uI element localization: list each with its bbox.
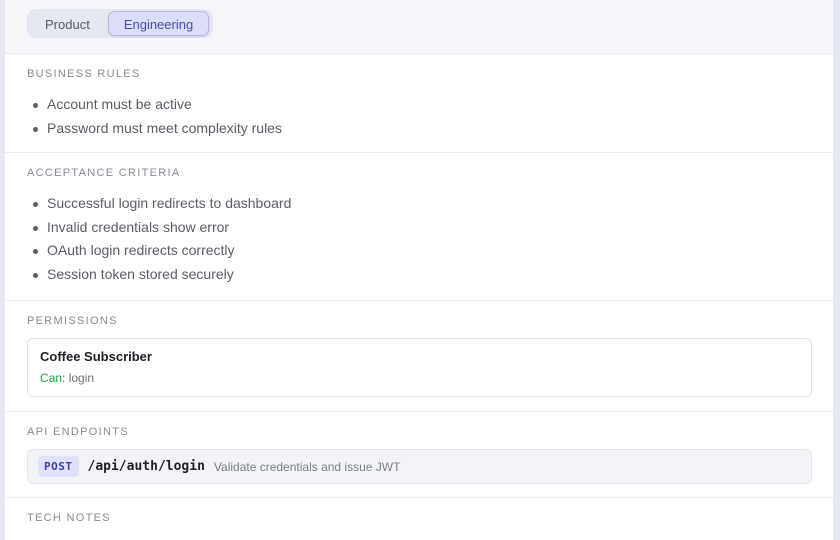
- acceptance-criteria-title: ACCEPTANCE CRITERIA: [27, 167, 181, 179]
- list-item: Session token stored securely: [27, 263, 812, 287]
- business-rules-list: Account must be active Password must mee…: [27, 93, 812, 140]
- can-value: login: [68, 371, 95, 385]
- permission-card: Coffee Subscriber Can: login: [27, 338, 812, 397]
- endpoint-path: /api/auth/login: [87, 459, 205, 474]
- api-endpoints-section: API ENDPOINTS POST /api/auth/login Valid…: [5, 412, 833, 498]
- requirements-panel: Product Engineering BUSINESS RULES Accou…: [5, 0, 833, 540]
- role-name: Coffee Subscriber: [40, 349, 152, 364]
- view-tabs: Product Engineering: [27, 9, 214, 38]
- business-rules-section: BUSINESS RULES Account must be active Pa…: [5, 54, 833, 153]
- tech-notes-section: TECH NOTES: [5, 498, 833, 526]
- list-item: OAuth login redirects correctly: [27, 239, 812, 263]
- list-item: Invalid credentials show error: [27, 216, 812, 240]
- http-method-badge: POST: [38, 456, 79, 477]
- permissions-title: PERMISSIONS: [27, 315, 118, 327]
- list-item: Account must be active: [27, 93, 812, 117]
- panel-header: Product Engineering: [5, 0, 833, 54]
- list-item: Password must meet complexity rules: [27, 117, 812, 141]
- api-endpoints-title: API ENDPOINTS: [27, 426, 129, 438]
- can-label: Can:: [40, 371, 66, 385]
- business-rules-title: BUSINESS RULES: [27, 68, 141, 80]
- acceptance-criteria-section: ACCEPTANCE CRITERIA Successful login red…: [5, 153, 833, 301]
- endpoint-description: Validate credentials and issue JWT: [213, 459, 401, 474]
- permissions-section: PERMISSIONS Coffee Subscriber Can: login: [5, 301, 833, 412]
- tab-engineering[interactable]: Engineering: [107, 11, 210, 36]
- tech-notes-title: TECH NOTES: [27, 512, 111, 524]
- tab-product[interactable]: Product: [29, 11, 106, 36]
- acceptance-criteria-list: Successful login redirects to dashboard …: [27, 192, 812, 286]
- list-item: Successful login redirects to dashboard: [27, 192, 812, 216]
- permission-capabilities: Can: login: [40, 371, 799, 385]
- api-endpoint-row: POST /api/auth/login Validate credential…: [27, 449, 812, 484]
